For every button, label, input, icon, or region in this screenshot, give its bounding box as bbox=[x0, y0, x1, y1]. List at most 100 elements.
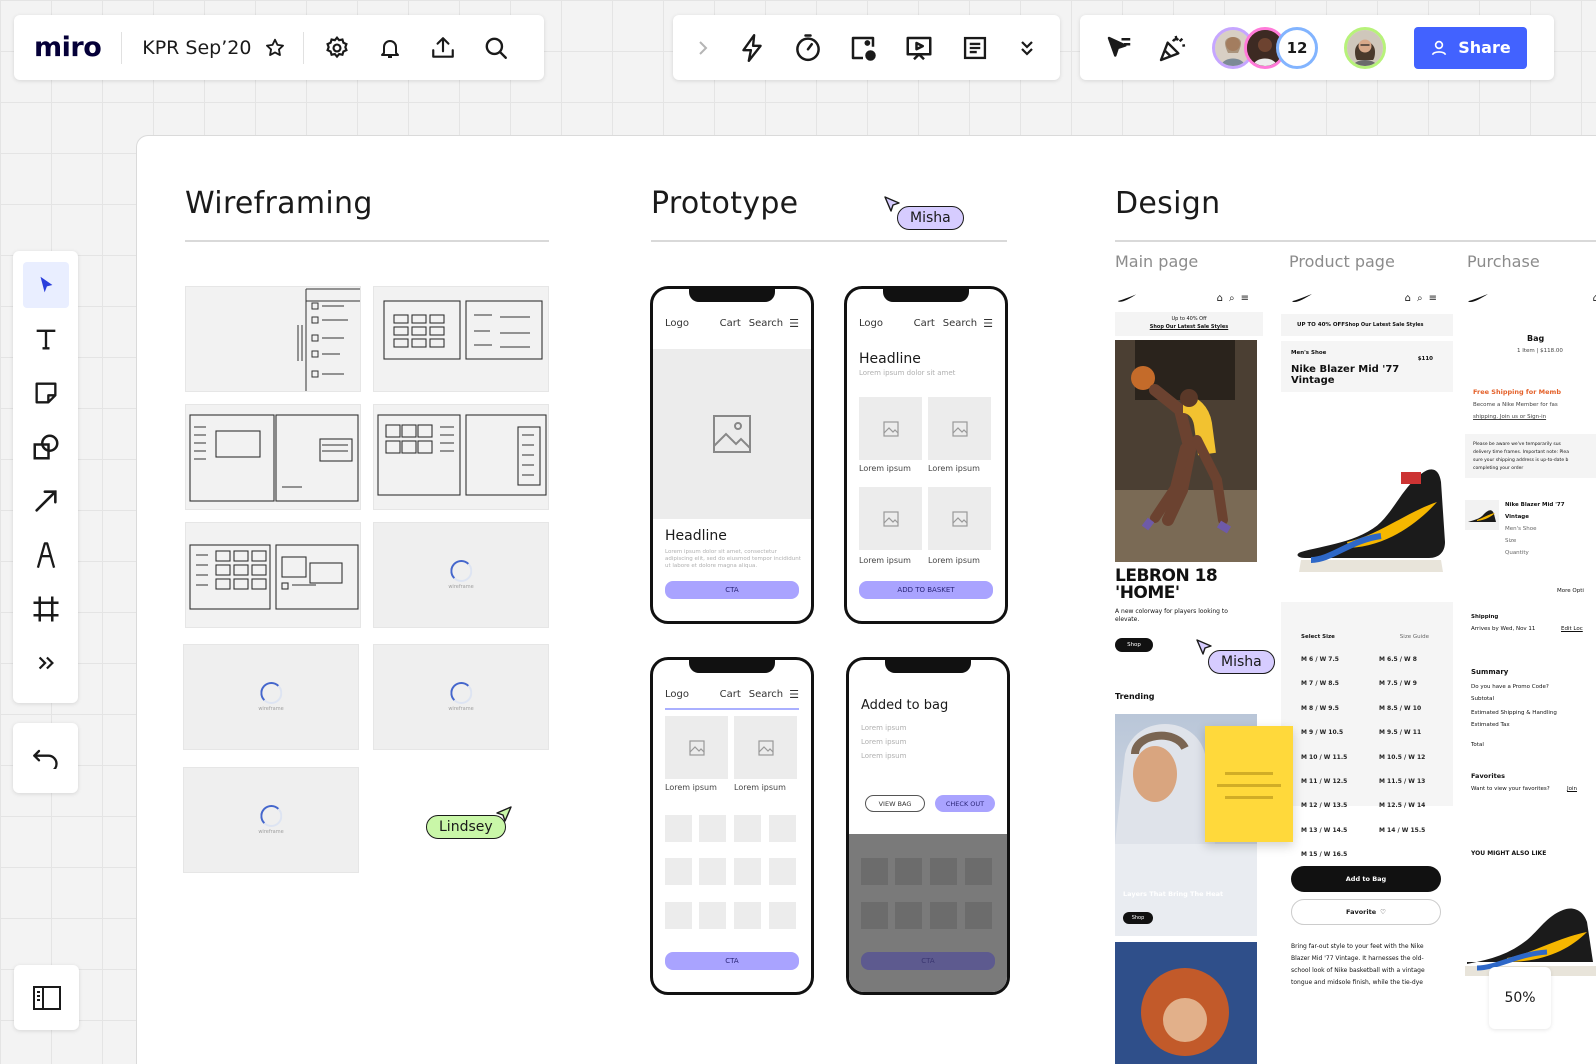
size-option[interactable]: M 7 / W 8.5 bbox=[1301, 680, 1339, 687]
collaborator-avatars[interactable]: 12 bbox=[1212, 26, 1318, 69]
bag-item-thumbnail[interactable] bbox=[1465, 500, 1499, 530]
size-guide-link[interactable]: Size Guide bbox=[1400, 634, 1429, 640]
size-option[interactable]: M 12.5 / W 14 bbox=[1379, 802, 1425, 809]
nav-search[interactable]: Search bbox=[749, 318, 783, 329]
cursor-list-icon[interactable] bbox=[1102, 31, 1136, 65]
promo-link[interactable]: Shop Our Latest Sale Styles bbox=[1345, 322, 1424, 328]
prototype-phone-added-to-bag[interactable]: Added to bag Lorem ipsum Lorem ipsum Lor… bbox=[846, 657, 1010, 995]
design-purchase-page[interactable]: ⌂ Bag 1 Item | $118.00 Free Shipping for… bbox=[1457, 286, 1596, 1064]
wireframe-placeholder[interactable]: wireframe bbox=[183, 767, 359, 873]
prototype-phone-listing[interactable]: Logo Cart Search ☰ Headline Lorem ipsum … bbox=[844, 286, 1008, 624]
size-option[interactable]: M 7.5 / W 9 bbox=[1379, 680, 1417, 687]
nav-search[interactable]: Search bbox=[943, 318, 977, 329]
checkout-button[interactable]: CHECK OUT bbox=[935, 795, 995, 812]
prototype-phone-grid[interactable]: Logo Cart Search ☰ Lorem ipsum Lorem ips… bbox=[650, 657, 814, 995]
cta-button[interactable]: CTA bbox=[665, 952, 799, 970]
lightning-icon[interactable] bbox=[735, 31, 769, 65]
wireframe-placeholder[interactable]: wireframe bbox=[373, 522, 549, 628]
more-icon[interactable] bbox=[23, 640, 69, 686]
add-to-basket-button[interactable]: ADD TO BASKET bbox=[859, 581, 993, 599]
bag-item-size[interactable]: Size bbox=[1505, 538, 1516, 544]
section-title-design[interactable]: Design bbox=[1115, 186, 1220, 221]
double-chevron-down-icon[interactable] bbox=[1014, 33, 1040, 63]
nav-cart[interactable]: Cart bbox=[914, 318, 935, 329]
design-product-page[interactable]: ⌂⌕≡ UP TO 40% OFF Shop Our Latest Sale S… bbox=[1281, 286, 1453, 1064]
size-option[interactable]: M 8 / W 9.5 bbox=[1301, 705, 1339, 712]
miro-logo[interactable]: miro bbox=[34, 32, 102, 63]
size-option[interactable]: M 15 / W 16.5 bbox=[1301, 851, 1347, 858]
wireframe-sketch[interactable] bbox=[373, 404, 549, 510]
timer-icon[interactable] bbox=[791, 31, 825, 65]
nav-logo[interactable]: Logo bbox=[665, 318, 689, 329]
shapes-icon[interactable] bbox=[23, 424, 69, 470]
product-image-placeholder[interactable] bbox=[928, 487, 991, 550]
present-icon[interactable] bbox=[902, 31, 936, 65]
product-photo[interactable] bbox=[1281, 392, 1453, 602]
size-option[interactable]: M 10 / W 11.5 bbox=[1301, 754, 1347, 761]
sidebar-icon[interactable] bbox=[14, 965, 79, 1030]
upload-icon[interactable] bbox=[428, 33, 458, 63]
nav-logo[interactable]: Logo bbox=[665, 689, 689, 700]
search-icon[interactable] bbox=[481, 33, 511, 63]
board-frame[interactable]: Wireframing Prototype Design wireframe w… bbox=[136, 135, 1596, 1064]
size-option[interactable]: M 6 / W 7.5 bbox=[1301, 656, 1339, 663]
size-option[interactable]: M 13 / W 14.5 bbox=[1301, 827, 1347, 834]
promo-link[interactable]: Shop Our Latest Sale Styles bbox=[1115, 324, 1263, 330]
menu-icon[interactable]: ☰ bbox=[983, 317, 993, 330]
wireframe-placeholder[interactable]: wireframe bbox=[183, 644, 359, 750]
favorites-join-link[interactable]: Join bbox=[1567, 786, 1577, 792]
current-user-avatar[interactable] bbox=[1344, 26, 1386, 69]
product-image-placeholder[interactable] bbox=[928, 397, 991, 460]
undo-icon[interactable] bbox=[13, 723, 78, 793]
cta-button[interactable]: CTA bbox=[665, 581, 799, 599]
section-title-wireframing[interactable]: Wireframing bbox=[185, 186, 373, 221]
trending-photo-2[interactable] bbox=[1115, 942, 1257, 1064]
menu-icon[interactable]: ☰ bbox=[789, 688, 799, 701]
product-image-placeholder[interactable] bbox=[734, 716, 797, 779]
shop-button[interactable]: Shop bbox=[1123, 912, 1153, 924]
prototype-phone-home[interactable]: Logo Cart Search ☰ Headline Lorem ipsum … bbox=[650, 286, 814, 624]
size-option[interactable]: M 8.5 / W 10 bbox=[1379, 705, 1421, 712]
celebrate-icon[interactable] bbox=[1156, 31, 1190, 65]
board-title[interactable]: KPR Sep’20 bbox=[142, 37, 251, 59]
star-icon[interactable] bbox=[263, 36, 287, 60]
nav-logo[interactable]: Logo bbox=[859, 318, 883, 329]
select-icon[interactable] bbox=[22, 262, 69, 308]
promo-code-link[interactable]: Do you have a Promo Code? bbox=[1471, 684, 1549, 690]
favorite-button[interactable]: Favorite ♡ bbox=[1291, 899, 1441, 925]
share-button[interactable]: Share bbox=[1414, 26, 1527, 69]
cta-button[interactable]: CTA bbox=[861, 952, 995, 970]
wireframe-sketch[interactable] bbox=[185, 522, 361, 628]
size-option[interactable]: M 9 / W 10.5 bbox=[1301, 729, 1343, 736]
size-option[interactable]: M 12 / W 13.5 bbox=[1301, 802, 1347, 809]
image-plus-icon[interactable] bbox=[846, 31, 880, 65]
wireframe-sketch[interactable] bbox=[373, 286, 549, 392]
size-option[interactable]: M 9.5 / W 11 bbox=[1379, 729, 1421, 736]
nav-search[interactable]: Search bbox=[749, 689, 783, 700]
shop-button[interactable]: Shop bbox=[1115, 638, 1153, 652]
product-image-placeholder[interactable] bbox=[859, 487, 922, 550]
header-icons[interactable]: ⌂⌕≡ bbox=[1405, 293, 1443, 304]
bell-icon[interactable] bbox=[375, 33, 405, 63]
size-option[interactable]: M 14 / W 15.5 bbox=[1379, 827, 1425, 834]
menu-icon[interactable]: ☰ bbox=[789, 317, 799, 330]
notes-icon[interactable] bbox=[958, 31, 992, 65]
edit-location-link[interactable]: Edit Loc bbox=[1561, 626, 1583, 632]
design-main-page[interactable]: ⌂⌕≡ Up to 40% Off Shop Our Latest Sale S… bbox=[1115, 286, 1263, 1064]
wireframe-placeholder[interactable]: wireframe bbox=[373, 644, 549, 750]
hero-photo[interactable] bbox=[1115, 340, 1257, 562]
more-options-link[interactable]: More Opti bbox=[1557, 588, 1584, 594]
bag-item-quantity[interactable]: Quantity bbox=[1505, 550, 1529, 556]
chevron-right-icon[interactable] bbox=[693, 33, 713, 63]
bag-icon[interactable]: ⌂ bbox=[1593, 293, 1596, 304]
zoom-indicator[interactable]: 50% bbox=[1489, 967, 1551, 1029]
size-option[interactable]: M 11 / W 12.5 bbox=[1301, 778, 1347, 785]
frame-icon[interactable] bbox=[23, 586, 69, 632]
pen-icon[interactable] bbox=[23, 532, 69, 578]
nav-cart[interactable]: Cart bbox=[720, 689, 741, 700]
gear-icon[interactable] bbox=[322, 33, 352, 63]
wireframe-sketch[interactable] bbox=[185, 404, 361, 510]
join-link[interactable]: shipping. Join us or Sign-in bbox=[1473, 414, 1546, 420]
header-icons[interactable]: ⌂⌕≡ bbox=[1217, 293, 1255, 304]
sticky-note[interactable] bbox=[1205, 726, 1293, 842]
